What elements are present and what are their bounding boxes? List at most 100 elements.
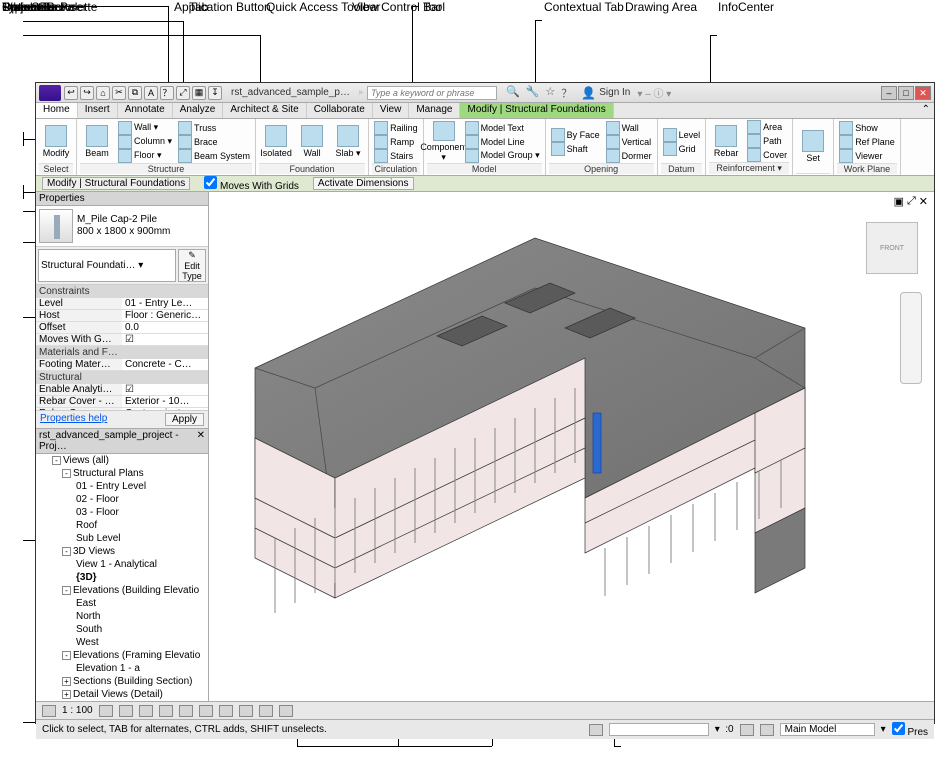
sun-path-icon[interactable] — [139, 705, 153, 717]
drawing-area[interactable]: ▣ ⤢ ✕ — [209, 192, 934, 701]
tool-modify[interactable]: Modify — [39, 121, 73, 163]
crop-icon[interactable] — [199, 705, 213, 717]
maximize-view-icon[interactable]: ⤢ — [907, 195, 916, 208]
tool-grid[interactable]: Grid — [661, 142, 703, 156]
sign-in-link[interactable]: Sign In — [599, 87, 630, 98]
design-options-icon[interactable] — [760, 724, 774, 736]
view-tab-controls[interactable]: ▣ ⤢ ✕ — [894, 195, 928, 208]
prop-value[interactable]: 0.0 — [122, 322, 208, 334]
tab-insert[interactable]: Insert — [78, 103, 118, 118]
tool-ref-plane[interactable]: Ref Plane — [837, 135, 897, 149]
tool-column-[interactable]: Column ▾ — [116, 135, 174, 149]
tool-beam-system[interactable]: Beam System — [176, 149, 252, 163]
search-input[interactable] — [367, 86, 497, 100]
press-checkbox[interactable]: Pres — [892, 722, 928, 738]
tab-contextual[interactable]: Modify | Structural Foundations — [460, 103, 613, 118]
prop-value[interactable]: ☑ — [122, 384, 208, 396]
editable-only-icon[interactable] — [740, 724, 754, 736]
tree-node[interactable]: Sub Level — [36, 532, 208, 545]
status-filter-input[interactable] — [609, 723, 709, 736]
tree-node[interactable]: 03 - Floor — [36, 506, 208, 519]
minimize-button[interactable]: ‒ — [881, 86, 897, 100]
infocenter-icon[interactable]: 🔍 — [506, 85, 520, 101]
tool-area[interactable]: Area — [745, 120, 789, 134]
tool-railing[interactable]: Railing — [372, 121, 420, 135]
temp-hide-icon[interactable] — [259, 705, 273, 717]
tree-node[interactable]: +Sections (Building Section) — [36, 675, 208, 688]
view-cube[interactable]: FRONT — [866, 222, 918, 274]
apply-button[interactable]: Apply — [165, 413, 204, 426]
properties-help-link[interactable]: Properties help — [40, 413, 107, 426]
tool-model-line[interactable]: Model Line — [463, 135, 542, 149]
scale-icon[interactable] — [42, 705, 56, 717]
tool-ramp[interactable]: Ramp — [372, 135, 420, 149]
qat-button[interactable]: ▦ — [192, 86, 206, 100]
tool-isolated[interactable]: Isolated — [259, 121, 293, 163]
tool-viewer[interactable]: Viewer — [837, 149, 897, 163]
tab-collaborate[interactable]: Collaborate — [307, 103, 373, 118]
opt-moves-with-grids[interactable]: Moves With Grids — [204, 176, 299, 192]
tool-rebar[interactable]: Rebar — [709, 120, 743, 162]
tab-annotate[interactable]: Annotate — [118, 103, 173, 118]
tool-component-[interactable]: Component ▾ — [427, 121, 461, 163]
lock-icon[interactable] — [239, 705, 253, 717]
infocenter-icon[interactable]: 🔧 — [526, 85, 540, 101]
tool-brace[interactable]: Brace — [176, 135, 252, 149]
tool-vertical[interactable]: Vertical — [604, 135, 654, 149]
rendering-icon[interactable] — [179, 705, 193, 717]
infocenter-icon[interactable]: ☆ — [545, 85, 555, 101]
tool-truss[interactable]: Truss — [176, 121, 252, 135]
reveal-icon[interactable] — [279, 705, 293, 717]
tool-by-face[interactable]: By Face — [549, 128, 602, 142]
tree-node[interactable]: View 1 - Analytical — [36, 558, 208, 571]
qat-button[interactable]: ✂ — [112, 86, 126, 100]
prop-value[interactable]: Exterior - 10… — [122, 396, 208, 408]
tree-node[interactable]: East — [36, 597, 208, 610]
tool-model-text[interactable]: Model Text — [463, 121, 542, 135]
crop-region-icon[interactable] — [219, 705, 233, 717]
tree-node[interactable]: South — [36, 623, 208, 636]
tab-architect-site[interactable]: Architect & Site — [223, 103, 306, 118]
tool-show[interactable]: Show — [837, 121, 897, 135]
tree-node[interactable]: Elevation 1 - a — [36, 662, 208, 675]
tool-slab-[interactable]: Slab ▾ — [331, 121, 365, 163]
application-button[interactable] — [39, 85, 61, 101]
ribbon-expander-icon[interactable]: ⌃ — [918, 103, 934, 118]
tree-node[interactable]: -Structural Plans — [36, 467, 208, 480]
tree-node[interactable]: 02 - Floor — [36, 493, 208, 506]
tool-shaft[interactable]: Shaft — [549, 142, 602, 156]
qat-button[interactable]: ↧ — [208, 86, 222, 100]
qat-button[interactable]: ↩ — [64, 86, 78, 100]
tab-view[interactable]: View — [373, 103, 410, 118]
qat-button[interactable]: ？ — [160, 86, 174, 100]
tool-beam[interactable]: Beam — [80, 121, 114, 163]
tree-node[interactable]: -Elevations (Building Elevatio — [36, 584, 208, 597]
qat-button[interactable]: ↪ — [80, 86, 94, 100]
tree-node[interactable]: -3D Views — [36, 545, 208, 558]
prop-value[interactable]: ☑ — [122, 334, 208, 346]
prop-value[interactable]: 01 - Entry Le… — [122, 298, 208, 310]
maximize-button[interactable]: □ — [898, 86, 914, 100]
tree-node[interactable]: {3D} — [36, 571, 208, 584]
main-model-dropdown[interactable]: Main Model — [780, 723, 875, 736]
tree-node[interactable]: 01 - Entry Level — [36, 480, 208, 493]
tree-node[interactable]: Roof — [36, 519, 208, 532]
tool-path[interactable]: Path — [745, 134, 789, 148]
tab-manage[interactable]: Manage — [409, 103, 460, 118]
worksets-icon[interactable] — [589, 724, 603, 736]
infocenter-icon[interactable]: ？ — [561, 85, 572, 101]
tool-wall[interactable]: Wall — [604, 121, 654, 135]
tab-home[interactable]: Home — [36, 103, 78, 118]
tool-model-group-[interactable]: Model Group ▾ — [463, 149, 542, 163]
nav-bar[interactable] — [900, 292, 922, 384]
detail-level-icon[interactable] — [99, 705, 113, 717]
tree-node[interactable]: West — [36, 636, 208, 649]
tree-node[interactable]: +Detail Views (Detail) — [36, 688, 208, 701]
tool-wall[interactable]: Wall — [295, 121, 329, 163]
prop-value[interactable]: Floor : Generic… — [122, 310, 208, 322]
qat-button[interactable]: ⤢ — [176, 86, 190, 100]
tool-set[interactable]: Set — [796, 126, 830, 168]
close-button[interactable]: ✕ — [915, 86, 931, 100]
tree-node[interactable]: -Views (all) — [36, 454, 208, 467]
type-selector[interactable]: M_Pile Cap-2 Pile 800 x 1800 x 900mm — [36, 206, 208, 247]
